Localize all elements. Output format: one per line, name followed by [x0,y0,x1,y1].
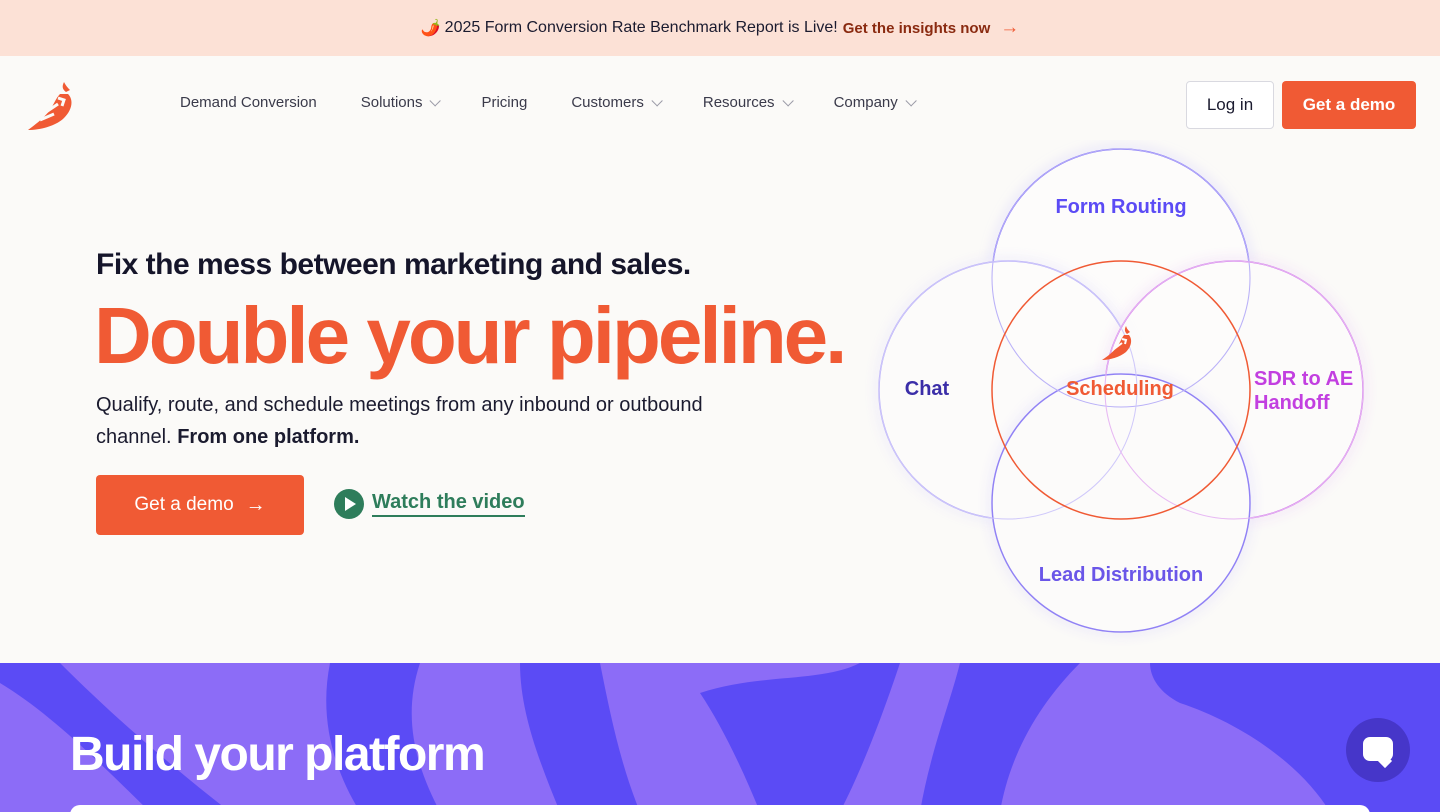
nav-item-demand-conversion[interactable]: Demand Conversion [180,94,317,111]
venn-label-sdr-handoff-line1: SDR to AE [1254,368,1353,390]
nav-item-label: Company [833,94,898,111]
arrow-right-icon: → [245,493,266,516]
chevron-down-icon [905,94,917,107]
platform-venn-diagram: Form Routing Chat Scheduling SDR to AE H… [878,148,1364,633]
watch-video-link[interactable]: Watch the video [334,489,525,519]
hero-eyebrow: Fix the mess between marketing and sales… [96,248,691,281]
venn-label-lead-distribution: Lead Distribution [1039,564,1203,586]
chili-pepper-icon: 🌶️ [420,20,441,37]
watch-video-label: Watch the video [372,491,525,517]
nav-item-pricing[interactable]: Pricing [481,94,527,111]
nav-item-label: Solutions [360,94,423,111]
hero-title: Double your pipeline. [94,291,847,380]
chevron-down-icon [651,94,663,107]
hero-description-bold: From one platform. [177,426,360,448]
venn-label-chat: Chat [905,378,950,400]
section-title: Build your platform [70,728,486,781]
nav-menu: Demand Conversion Solutions Pricing Cust… [180,94,957,111]
nav-item-label: Demand Conversion [180,94,317,111]
nav-item-label: Resources [702,94,775,111]
get-demo-nav-button[interactable]: Get a demo [1282,81,1416,129]
nav-item-label: Customers [571,94,644,111]
get-demo-hero-button[interactable]: Get a demo → [96,475,304,535]
hero-description: Qualify, route, and schedule meetings fr… [96,389,756,453]
chevron-down-icon [782,94,794,107]
nav-item-customers[interactable]: Customers [571,94,663,111]
login-button[interactable]: Log in [1186,81,1274,129]
venn-label-scheduling: Scheduling [1066,378,1174,400]
build-platform-section: Build your platform [0,663,1440,812]
nav-item-label: Pricing [481,94,528,111]
venn-label-sdr-handoff-line2: Handoff [1254,392,1330,414]
chat-widget-button[interactable] [1346,718,1410,782]
arrow-right-icon[interactable]: → [1000,17,1019,39]
nav-item-company[interactable]: Company [833,94,917,111]
platform-card [70,805,1370,812]
banner-link[interactable]: Get the insights now [843,20,991,37]
chevron-down-icon [429,94,442,107]
get-demo-label: Get a demo [134,494,234,515]
banner-text: 2025 Form Conversion Rate Benchmark Repo… [444,19,838,36]
venn-circle-lead-distribution [991,373,1251,633]
nav-item-solutions[interactable]: Solutions [360,94,442,111]
nav-item-resources[interactable]: Resources [702,94,794,111]
chili-pepper-logo[interactable] [24,78,76,134]
play-icon [334,489,364,519]
venn-label-form-routing: Form Routing [1055,196,1186,218]
announcement-banner[interactable]: 🌶️ 2025 Form Conversion Rate Benchmark R… [0,0,1440,56]
